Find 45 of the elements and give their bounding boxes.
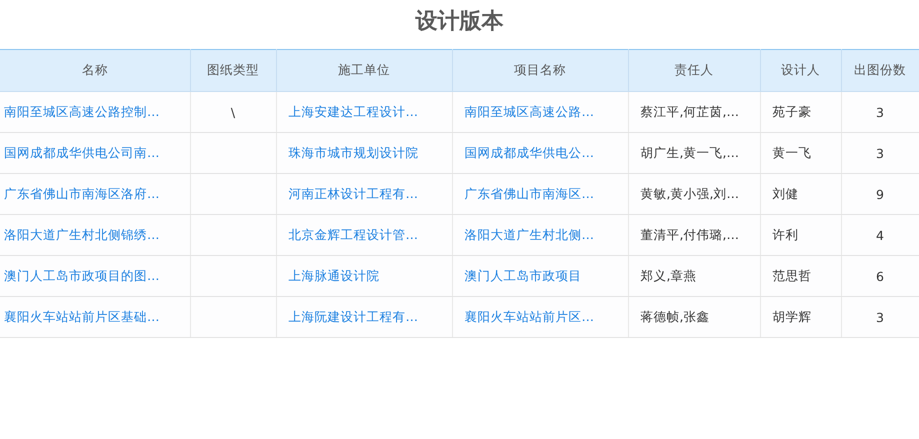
table-link[interactable]: 上海脉通设计院 [288,268,380,282]
table-link[interactable]: 国网成都成华供电公… [464,144,594,160]
table-link[interactable]: 上海阮建设计工程有… [288,308,418,324]
table-cell: 范思哲 [772,268,812,282]
table-cell: 蒋德帧,张鑫 [640,308,710,324]
table-cell: 6 [876,268,884,284]
page-title: 设计版本 [414,8,504,36]
table-cell: 4 [876,228,884,242]
table-link[interactable]: 南阳至城区高速公路… [464,104,594,118]
column-header: 责任人 [628,50,760,92]
table-link[interactable]: 南阳至城区高速公路控制… [4,104,160,118]
table-cell: 郑义,章燕 [640,268,696,282]
column-header: 施工单位 [276,50,452,92]
column-header: 项目名称 [452,50,628,92]
table-cell: 9 [876,186,884,202]
table-cell: 3 [876,146,884,160]
table-cell: 苑子豪 [772,104,812,118]
column-header: 出图份数 [841,50,919,92]
column-header: 设计人 [760,50,841,92]
table-cell: 3 [876,310,884,324]
table-link[interactable]: 北京金辉工程设计管… [288,226,418,242]
table-link[interactable]: 河南正林设计工程有… [288,186,418,200]
table-cell: \ [230,104,236,120]
table-link[interactable]: 澳门人工岛市政项目 [464,268,582,282]
table-link[interactable]: 洛阳大道广生村北侧锦绣… [4,226,160,242]
table-cell: 刘健 [772,186,798,200]
table-link[interactable]: 襄阳火车站站前片区基础… [4,308,160,324]
table-link[interactable]: 广东省佛山市南海区洛府… [4,186,160,200]
column-header: 图纸类型 [190,50,276,92]
table-link[interactable]: 珠海市城市规划设计院 [288,144,418,160]
table-link[interactable]: 国网成都成华供电公司南… [4,144,160,160]
table-link[interactable]: 洛阳大道广生村北侧… [464,226,594,242]
table-cell: 董清平,付伟璐,… [640,226,739,242]
column-header: 名称 [0,50,190,92]
table-cell: 黄一飞 [772,144,812,160]
table-cell: 黄敏,黄小强,刘… [640,186,739,200]
table-cell: 许利 [772,226,798,242]
table-cell: 蔡江平,何芷茵,… [640,104,739,118]
table-cell: 3 [876,104,884,120]
table-link[interactable]: 上海安建达工程设计… [288,104,418,118]
table-cell: 胡学辉 [772,308,812,324]
table-link[interactable]: 广东省佛山市南海区… [464,186,594,200]
table-link[interactable]: 襄阳火车站站前片区… [464,308,594,324]
table-link[interactable]: 澳门人工岛市政项目的图… [4,268,160,282]
table-cell: 胡广生,黄一飞,… [640,144,739,160]
